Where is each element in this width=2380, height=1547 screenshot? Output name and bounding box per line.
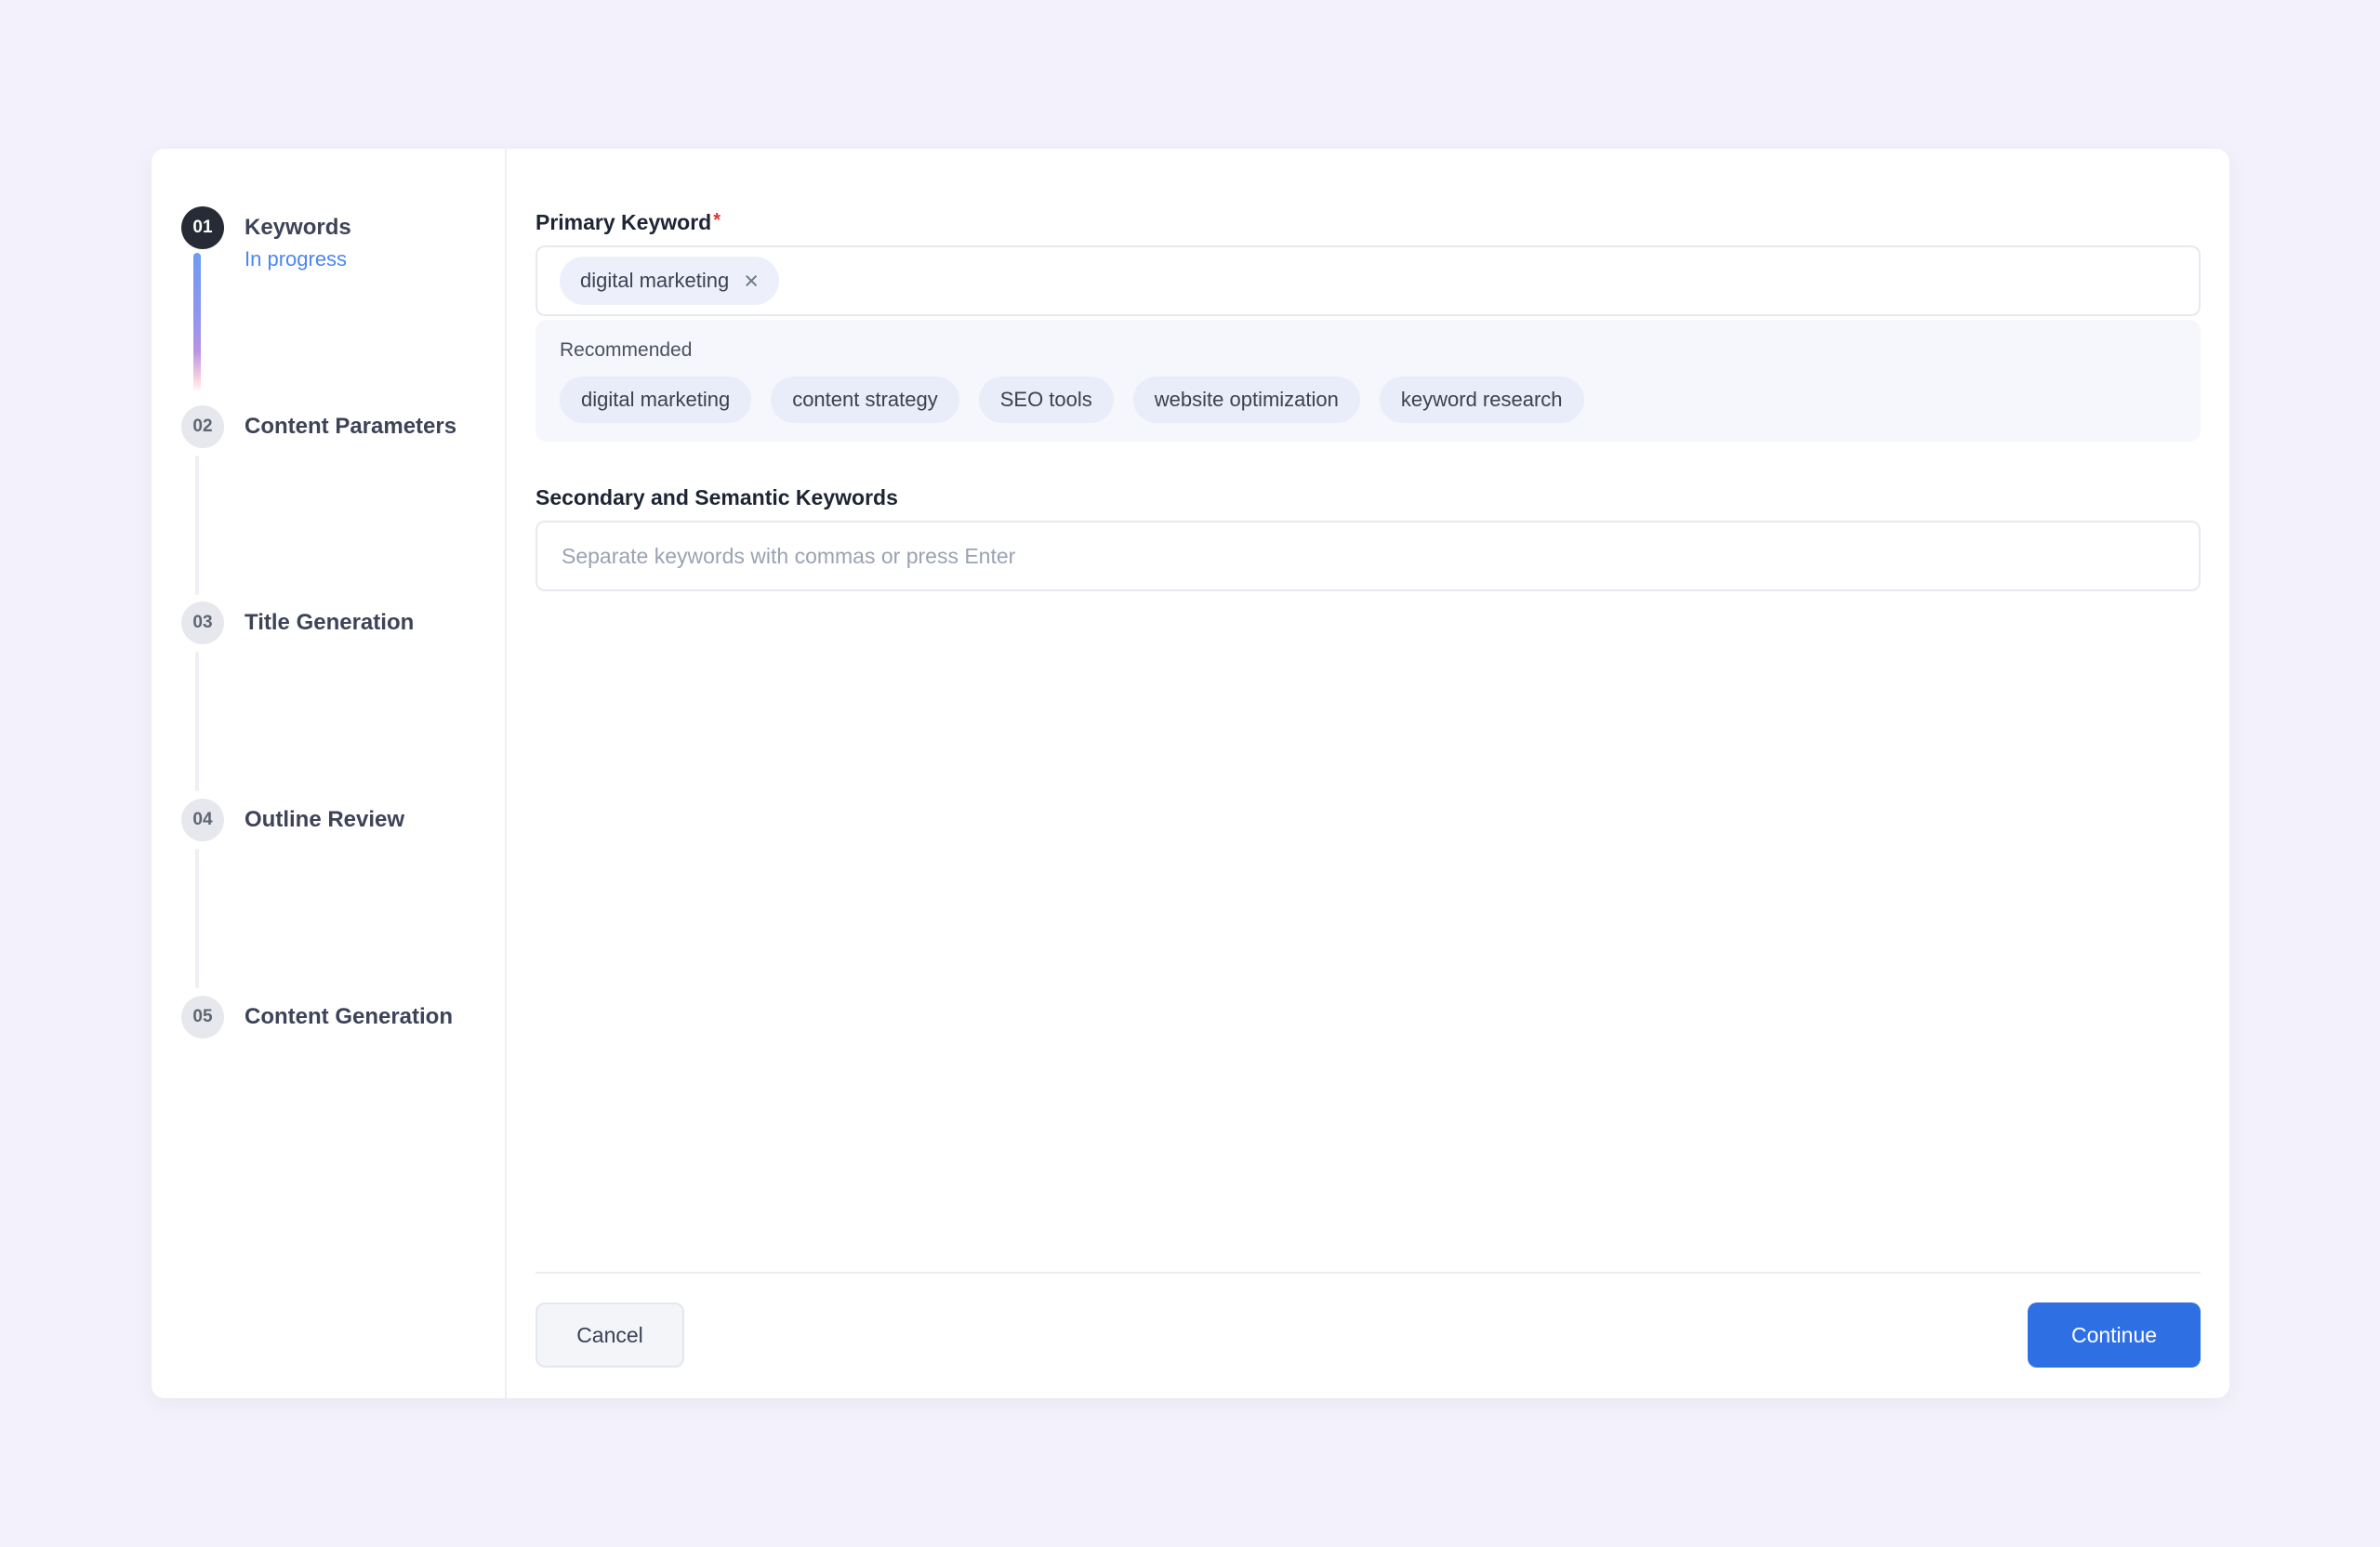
recommended-title: Recommended bbox=[560, 339, 2176, 362]
footer-divider bbox=[536, 1272, 2201, 1274]
step-label: Content Generation bbox=[245, 996, 453, 1038]
step-connector-active bbox=[193, 253, 201, 392]
step-item-title-generation[interactable]: 03 Title Generation bbox=[181, 602, 414, 644]
step-number-badge: 02 bbox=[181, 405, 224, 448]
step-connector bbox=[195, 849, 199, 988]
recommended-chip[interactable]: website optimization bbox=[1133, 377, 1360, 423]
continue-button[interactable]: Continue bbox=[2028, 1302, 2201, 1368]
step-item-content-generation[interactable]: 05 Content Generation bbox=[181, 996, 453, 1038]
primary-keyword-input[interactable]: digital marketing × bbox=[536, 245, 2201, 316]
secondary-keywords-input[interactable] bbox=[536, 521, 2201, 591]
step-connector bbox=[195, 652, 199, 791]
recommended-chip[interactable]: keyword research bbox=[1380, 377, 1584, 423]
step-number-badge: 04 bbox=[181, 799, 224, 841]
step-status: In progress bbox=[245, 245, 351, 273]
remove-tag-icon[interactable]: × bbox=[744, 269, 759, 294]
recommended-chips-row: digital marketing content strategy SEO t… bbox=[560, 377, 2176, 423]
keyword-form: Primary Keyword* digital marketing × Rec… bbox=[536, 149, 2201, 1398]
step-number-badge: 03 bbox=[181, 602, 224, 644]
cancel-button[interactable]: Cancel bbox=[536, 1302, 684, 1368]
secondary-keywords-label: Secondary and Semantic Keywords bbox=[536, 485, 898, 510]
step-item-outline-review[interactable]: 04 Outline Review bbox=[181, 799, 404, 841]
step-label: Content Parameters bbox=[245, 405, 456, 448]
step-label: Title Generation bbox=[245, 602, 414, 644]
wizard-card: 01 Keywords In progress 02 Content Param… bbox=[152, 149, 2229, 1398]
recommended-chip[interactable]: SEO tools bbox=[979, 377, 1114, 423]
step-item-content-parameters[interactable]: 02 Content Parameters bbox=[181, 405, 456, 448]
step-number-badge: 05 bbox=[181, 996, 224, 1038]
step-connector bbox=[195, 456, 199, 595]
step-label: Keywords bbox=[245, 206, 351, 249]
primary-keyword-label: Primary Keyword* bbox=[536, 210, 721, 235]
recommended-chip[interactable]: content strategy bbox=[771, 377, 959, 423]
required-asterisk: * bbox=[713, 210, 721, 231]
step-number-badge: 01 bbox=[181, 206, 224, 249]
step-item-keywords[interactable]: 01 Keywords In progress bbox=[181, 206, 351, 273]
recommended-panel: Recommended digital marketing content st… bbox=[536, 320, 2201, 442]
primary-keyword-label-text: Primary Keyword bbox=[536, 210, 711, 234]
recommended-chip[interactable]: digital marketing bbox=[560, 377, 751, 423]
step-label: Outline Review bbox=[245, 799, 404, 841]
selected-keyword-tag[interactable]: digital marketing × bbox=[560, 257, 779, 305]
steps-sidebar: 01 Keywords In progress 02 Content Param… bbox=[152, 149, 507, 1398]
selected-keyword-tag-label: digital marketing bbox=[580, 269, 729, 293]
